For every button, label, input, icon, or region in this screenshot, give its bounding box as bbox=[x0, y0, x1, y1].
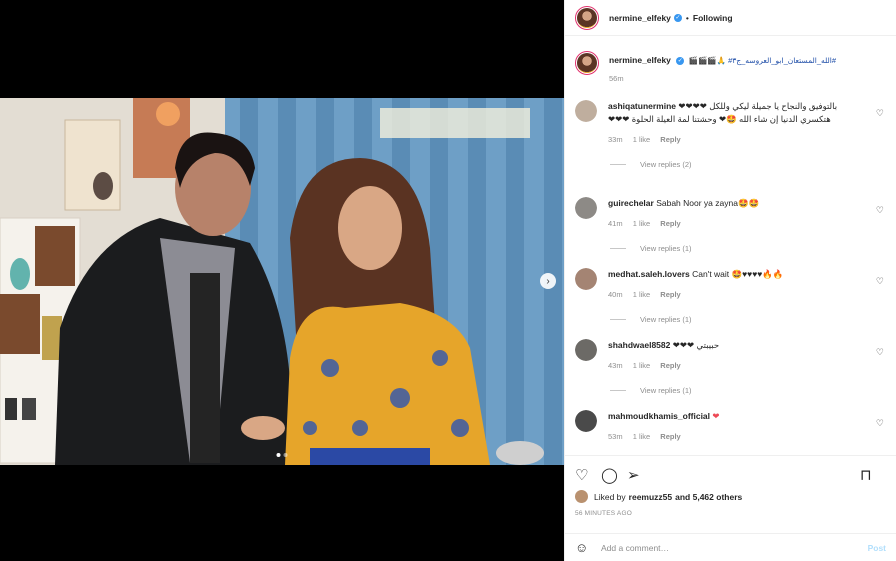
comment-meta: 43m 1 like Reply bbox=[608, 361, 868, 370]
comment-text: Sabah Noor ya zayna🤩🤩 bbox=[656, 198, 760, 208]
comment-text: Can't wait 🤩♥♥♥♥🔥🔥 bbox=[692, 269, 784, 279]
reply-button[interactable]: Reply bbox=[660, 361, 680, 370]
comment-like-count[interactable]: 1 like bbox=[633, 432, 651, 441]
likes-count[interactable]: and 5,462 others bbox=[675, 492, 742, 502]
comment-heart-icon[interactable]: ♡ bbox=[876, 418, 884, 429]
commenter-avatar[interactable] bbox=[575, 268, 597, 290]
comment-time[interactable]: 53m bbox=[608, 432, 623, 441]
comment-time[interactable]: 43m bbox=[608, 361, 623, 370]
comment-meta: 33m 1 like Reply bbox=[608, 135, 868, 144]
comment-meta: 53m 1 like Reply bbox=[608, 432, 868, 441]
carousel-dot bbox=[276, 453, 281, 457]
view-replies-button[interactable]: View replies (1) bbox=[610, 244, 868, 253]
verified-badge-icon: ✓ bbox=[676, 56, 685, 65]
comment-like-count[interactable]: 1 like bbox=[633, 219, 651, 228]
commenter-avatar[interactable] bbox=[575, 410, 597, 432]
reply-button[interactable]: Reply bbox=[660, 290, 680, 299]
reply-button[interactable]: Reply bbox=[660, 219, 680, 228]
post-actions: ♡ ◯ ➢ ⊓ Liked by reemuzz55 and 5,462 oth… bbox=[565, 455, 896, 533]
likes-summary: Liked by reemuzz55 and 5,462 others bbox=[575, 490, 886, 503]
comment-like-count[interactable]: 1 like bbox=[633, 361, 651, 370]
comment-username[interactable]: shahdwael8582 bbox=[608, 340, 670, 350]
post-header: nermine_elfeky ✓ • Following bbox=[565, 0, 896, 36]
comment-time[interactable]: 40m bbox=[608, 290, 623, 299]
comment-item: shahdwael8582 حبيبتي ❤❤❤ 43m 1 like Repl… bbox=[575, 339, 886, 395]
view-replies-button[interactable]: View replies (1) bbox=[610, 386, 868, 395]
emoji-icon[interactable]: ☺ bbox=[575, 540, 601, 555]
action-icons: ♡ ◯ ➢ ⊓ bbox=[575, 462, 886, 488]
view-replies-button[interactable]: View replies (1) bbox=[610, 315, 868, 324]
comment-item: ashiqatunermine بالتوفيق والنجاح يا جميل… bbox=[575, 100, 886, 169]
verified-badge-icon: ✓ bbox=[673, 13, 682, 22]
caption-time[interactable]: 56m bbox=[609, 74, 836, 83]
comment-username[interactable]: ashiqatunermine bbox=[608, 101, 676, 111]
likes-prefix: Liked by bbox=[594, 491, 626, 502]
header-separator: • bbox=[685, 12, 689, 23]
comment-heart-icon[interactable]: ♡ bbox=[876, 347, 884, 358]
comment-text: حبيبتي ❤❤❤ bbox=[672, 340, 720, 350]
comment-item: guirechelar Sabah Noor ya zayna🤩🤩 41m 1 … bbox=[575, 197, 886, 253]
following-button[interactable]: Following bbox=[693, 13, 733, 23]
post-caption: nermine_elfeky ✓ #الله_المستعان_ابو_العر… bbox=[565, 37, 896, 83]
carousel-indicators bbox=[276, 453, 288, 457]
comment-item: medhat.saleh.lovers Can't wait 🤩♥♥♥♥🔥🔥 4… bbox=[575, 268, 886, 324]
view-replies-label: View replies (1) bbox=[640, 386, 692, 395]
comment-like-count[interactable]: 1 like bbox=[633, 135, 651, 144]
comment-input[interactable] bbox=[601, 542, 868, 553]
heart-icon[interactable]: ♡ bbox=[575, 466, 601, 484]
view-replies-button[interactable]: View replies (2) bbox=[610, 160, 868, 169]
posted-time[interactable]: 56 MINUTES AGO bbox=[575, 510, 886, 517]
liker-avatar[interactable] bbox=[575, 490, 588, 503]
comment-username[interactable]: mahmoudkhamis_official bbox=[608, 411, 710, 421]
commenter-avatar[interactable] bbox=[575, 100, 597, 122]
comment-meta: 41m 1 like Reply bbox=[608, 219, 868, 228]
comment-username[interactable]: guirechelar bbox=[608, 198, 654, 208]
author-avatar[interactable] bbox=[575, 5, 599, 30]
liker-username[interactable]: reemuzz55 bbox=[629, 492, 672, 502]
comment-heart-icon[interactable]: ♡ bbox=[876, 205, 884, 216]
view-replies-label: View replies (1) bbox=[640, 244, 692, 253]
caption-author-avatar[interactable] bbox=[575, 51, 599, 75]
instagram-post-modal: › nermine_elfeky ✓ • Following nermine_e… bbox=[0, 0, 896, 561]
next-photo-button[interactable]: › bbox=[540, 273, 556, 289]
view-replies-line bbox=[610, 164, 626, 165]
commenter-avatar[interactable] bbox=[575, 197, 597, 219]
carousel-dot bbox=[283, 453, 288, 457]
caption-username[interactable]: nermine_elfeky bbox=[609, 55, 671, 65]
caption-text[interactable]: #الله_المستعان_ابو_العروسه_ج٣# 🙏🎬🎬🎬 bbox=[689, 56, 836, 65]
post-media-area: › bbox=[0, 0, 564, 561]
post-photo-illustration bbox=[0, 98, 564, 465]
view-replies-line bbox=[610, 319, 626, 320]
comments-list[interactable]: nermine_elfeky ✓ #الله_المستعان_ابو_العر… bbox=[565, 37, 896, 455]
view-replies-line bbox=[610, 248, 626, 249]
view-replies-label: View replies (1) bbox=[640, 315, 692, 324]
comment-username[interactable]: medhat.saleh.lovers bbox=[608, 269, 690, 279]
bookmark-icon[interactable]: ⊓ bbox=[860, 466, 886, 484]
post-photo[interactable]: › bbox=[0, 98, 564, 465]
comment-item: mahmoudkhamis_official ❤ 53m 1 like Repl… bbox=[575, 410, 886, 441]
chevron-right-icon: › bbox=[546, 275, 550, 287]
add-comment-bar: ☺ Post bbox=[565, 533, 896, 561]
comment-time[interactable]: 33m bbox=[608, 135, 623, 144]
comment-heart-icon[interactable]: ♡ bbox=[876, 108, 884, 119]
comment-meta: 40m 1 like Reply bbox=[608, 290, 868, 299]
comment-like-count[interactable]: 1 like bbox=[633, 290, 651, 299]
reply-button[interactable]: Reply bbox=[660, 432, 680, 441]
post-comment-button[interactable]: Post bbox=[868, 543, 886, 553]
comment-icon[interactable]: ◯ bbox=[601, 466, 627, 484]
comment-time[interactable]: 41m bbox=[608, 219, 623, 228]
comment-text: ❤ bbox=[712, 411, 720, 421]
view-replies-label: View replies (2) bbox=[640, 160, 692, 169]
commenter-avatar[interactable] bbox=[575, 339, 597, 361]
view-replies-line bbox=[610, 390, 626, 391]
post-side-panel: nermine_elfeky ✓ • Following nermine_elf… bbox=[564, 0, 896, 561]
comment-heart-icon[interactable]: ♡ bbox=[876, 276, 884, 287]
author-username[interactable]: nermine_elfeky bbox=[609, 13, 671, 23]
reply-button[interactable]: Reply bbox=[660, 135, 680, 144]
share-icon[interactable]: ➢ bbox=[627, 466, 653, 484]
